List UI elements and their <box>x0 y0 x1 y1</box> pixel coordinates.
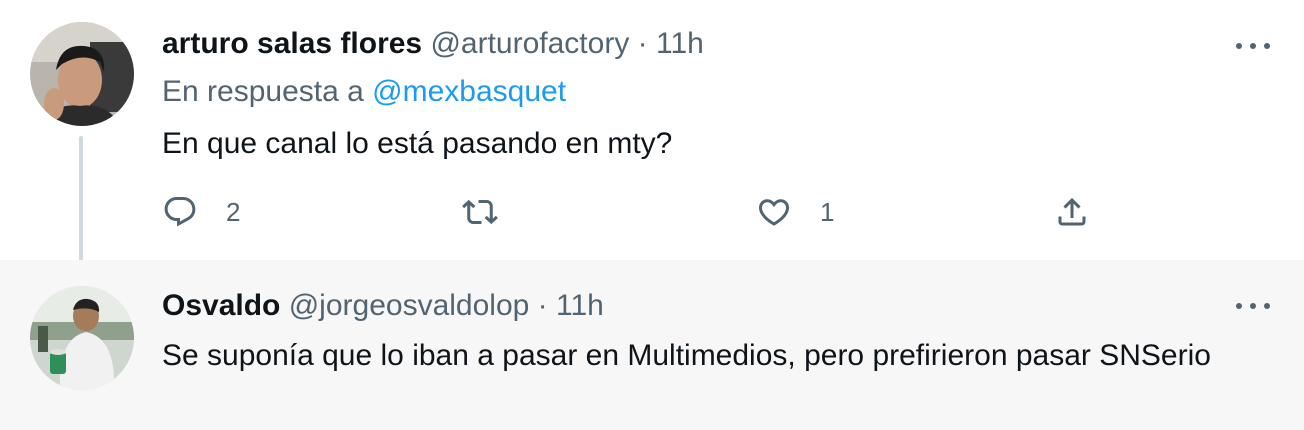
reply-button[interactable]: 2 <box>162 192 240 232</box>
separator-dot: · <box>537 289 548 322</box>
retweet-button[interactable] <box>462 192 526 232</box>
retweet-icon <box>462 199 498 225</box>
more-icon[interactable] <box>1236 36 1270 56</box>
like-icon <box>758 199 790 226</box>
share-button[interactable] <box>1054 192 1090 232</box>
like-count: 1 <box>820 196 835 227</box>
tweet-header: arturo salas flores @arturofactory · 11h <box>162 24 704 64</box>
like-button[interactable]: 1 <box>756 192 834 232</box>
reply-prefix: En respuesta a <box>162 75 364 108</box>
separator-dot: · <box>637 27 648 60</box>
reply-mention-link[interactable]: @mexbasquet <box>372 75 566 108</box>
reply-context: En respuesta a @mexbasquet <box>162 72 566 112</box>
user-handle[interactable]: @arturofactory <box>430 27 629 60</box>
reply-icon <box>164 197 196 227</box>
user-handle[interactable]: @jorgeosvaldolop <box>289 289 530 322</box>
share-icon <box>1058 197 1086 226</box>
tweet-text: Se suponía que lo iban a pasar en Multim… <box>162 339 1211 372</box>
tweet-text: En que canal lo está pasando en mty? <box>162 127 673 160</box>
more-icon[interactable] <box>1236 296 1270 316</box>
timestamp[interactable]: 11h <box>556 289 604 322</box>
avatar[interactable] <box>30 22 134 126</box>
tweet-arturo[interactable]: arturo salas flores @arturofactory · 11h… <box>0 0 1304 272</box>
avatar[interactable] <box>30 286 134 390</box>
display-name[interactable]: Osvaldo <box>162 289 280 322</box>
thread-line <box>79 136 83 272</box>
tweet-osvaldo[interactable]: Osvaldo @jorgeosvaldolop · 11h Se suponí… <box>0 260 1304 430</box>
timestamp[interactable]: 11h <box>656 27 704 60</box>
display-name[interactable]: arturo salas flores <box>162 27 422 60</box>
tweet-header: Osvaldo @jorgeosvaldolop · 11h <box>162 286 604 326</box>
reply-count: 2 <box>226 196 241 227</box>
